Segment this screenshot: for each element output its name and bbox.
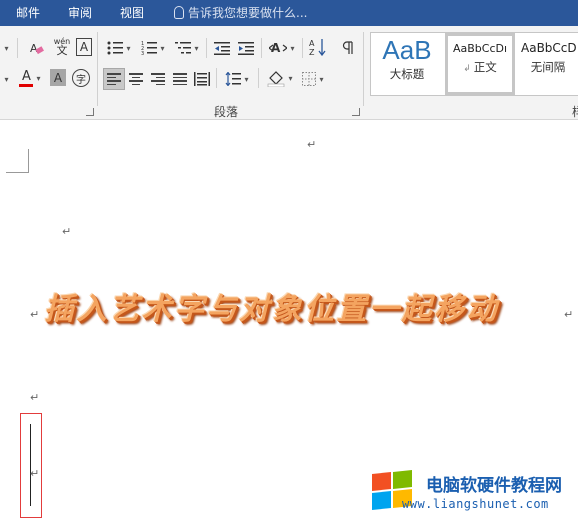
style-no-spacing[interactable]: AaBbCcD 无间隔 xyxy=(517,33,578,95)
separator xyxy=(17,38,18,58)
borders-button[interactable]: ▾ xyxy=(298,69,328,89)
style-sample: AaBbCcDı xyxy=(452,42,508,55)
styles-gallery: AaB 大标题 AaBbCcDı ↲ 正文 AaBbCcD 无间隔 xyxy=(370,32,578,96)
watermark-title: 电脑软硬件教程网 xyxy=(426,476,562,496)
chinese-layout-icon: A xyxy=(269,41,288,55)
justify-icon xyxy=(173,71,187,87)
paragraph-mark: ↵ xyxy=(307,138,317,151)
justify-button[interactable] xyxy=(170,69,190,89)
multilevel-list-icon xyxy=(175,42,192,54)
svg-text:A: A xyxy=(30,42,38,55)
style-name: 无间隔 xyxy=(530,60,566,74)
character-shading-button[interactable]: A xyxy=(50,69,66,86)
document-page[interactable]: ↵ ↵ ↵ 插入艺术字与对象位置一起移动 ↵ ↵ ↵ 电脑软硬件教程网 www.… xyxy=(0,121,578,526)
svg-text:A: A xyxy=(309,39,315,48)
separator xyxy=(302,38,303,58)
site-watermark: 电脑软硬件教程网 www.liangshunet.com xyxy=(372,470,578,521)
align-right-icon xyxy=(151,71,165,87)
style-name: ↲ 正文 xyxy=(463,60,497,74)
watermark-url: www.liangshunet.com xyxy=(402,497,549,511)
align-left-icon xyxy=(107,71,121,87)
svg-text:Z: Z xyxy=(309,48,315,56)
style-name: 大标题 xyxy=(389,67,425,81)
distributed-icon xyxy=(194,72,210,86)
highlight-dropdown[interactable]: ▾ xyxy=(0,69,10,89)
paragraph-mark-icon xyxy=(342,41,353,54)
phonetic-guide-button[interactable]: wén 文 xyxy=(52,36,72,56)
distributed-button[interactable] xyxy=(192,69,212,89)
styles-group-label: 样 xyxy=(572,103,578,120)
line-spacing-icon xyxy=(226,72,242,86)
sort-button[interactable]: AZ xyxy=(308,37,328,57)
style-heading[interactable]: AaB 大标题 xyxy=(371,33,443,95)
separator xyxy=(206,38,207,58)
line-spacing-button[interactable]: ▾ xyxy=(222,69,252,89)
increase-indent-icon xyxy=(238,42,254,55)
enclose-characters-button[interactable]: 字 xyxy=(72,69,90,87)
paragraph-group-label: 段落 xyxy=(214,105,239,119)
tab-view[interactable]: 视图 xyxy=(120,5,144,21)
svg-text:3: 3 xyxy=(141,51,144,55)
paragraph-mark: ↵ xyxy=(62,225,72,238)
font-dialog-launcher[interactable] xyxy=(86,108,94,116)
numbering-button[interactable]: 1 2 3 ▾ xyxy=(138,38,168,58)
lightbulb-icon xyxy=(174,6,184,19)
align-right-button[interactable] xyxy=(148,69,168,89)
font-color-bar xyxy=(19,84,34,87)
style-sample: AaB xyxy=(382,35,432,65)
style-sample: AaBbCcD xyxy=(521,41,577,55)
ribbon: ▾ A wén 文 A ▾ A ▾ A 字 ▾ 123▾ ▾ A▾ AZ xyxy=(0,26,578,120)
chinese-layout-button[interactable]: A ▾ xyxy=(266,38,298,58)
multilevel-list-button[interactable]: ▾ xyxy=(172,38,202,58)
align-center-icon xyxy=(129,71,143,87)
paint-bucket-icon xyxy=(268,71,285,87)
font-size-shrink-button[interactable]: ▾ xyxy=(0,38,10,58)
font-color-letter: A xyxy=(22,69,31,84)
paragraph-mark: ↵ xyxy=(30,467,40,480)
tell-me-placeholder: 告诉我您想要做什么... xyxy=(188,6,308,20)
font-color-button[interactable]: A ▾ xyxy=(16,68,44,88)
paragraph-mark: ↵ xyxy=(30,308,40,321)
separator xyxy=(97,32,98,106)
align-center-button[interactable] xyxy=(126,69,146,89)
eraser-icon: A xyxy=(30,42,44,55)
sort-icon: AZ xyxy=(309,39,326,56)
svg-text:A: A xyxy=(271,41,281,55)
phonetic-bottom: 文 xyxy=(56,44,68,57)
bullets-button[interactable]: ▾ xyxy=(104,38,134,58)
separator xyxy=(216,68,217,88)
bullets-icon xyxy=(107,41,124,55)
increase-indent-button[interactable] xyxy=(236,38,256,58)
style-normal[interactable]: AaBbCcDı ↲ 正文 xyxy=(445,33,515,95)
margin-corner-mark xyxy=(6,149,29,173)
wordart-text[interactable]: 插入艺术字与对象位置一起移动 xyxy=(44,284,499,328)
separator xyxy=(363,32,364,106)
character-border-button[interactable]: A xyxy=(76,38,92,56)
tab-review[interactable]: 审阅 xyxy=(68,5,92,21)
tell-me-search[interactable]: 告诉我您想要做什么... xyxy=(174,5,307,21)
borders-icon xyxy=(302,72,317,86)
decrease-indent-button[interactable] xyxy=(212,38,232,58)
separator xyxy=(261,38,262,58)
clear-format-button[interactable]: A xyxy=(28,38,46,58)
tab-mailings[interactable]: 邮件 xyxy=(16,5,40,21)
paragraph-mark: ↵ xyxy=(564,308,574,321)
shading-button[interactable]: ▾ xyxy=(264,68,296,88)
paragraph-mark: ↵ xyxy=(30,391,40,404)
align-left-button[interactable] xyxy=(103,68,125,90)
paragraph-dialog-launcher[interactable] xyxy=(352,108,360,116)
show-marks-button[interactable] xyxy=(340,38,356,58)
decrease-indent-icon xyxy=(214,42,230,55)
menu-bar: 邮件 审阅 视图 告诉我您想要做什么... xyxy=(0,0,578,26)
anchored-object-highlight[interactable]: ↵ xyxy=(20,413,42,518)
separator xyxy=(258,68,259,88)
vertical-line-object[interactable] xyxy=(30,424,31,506)
numbering-icon: 123 xyxy=(141,41,158,55)
